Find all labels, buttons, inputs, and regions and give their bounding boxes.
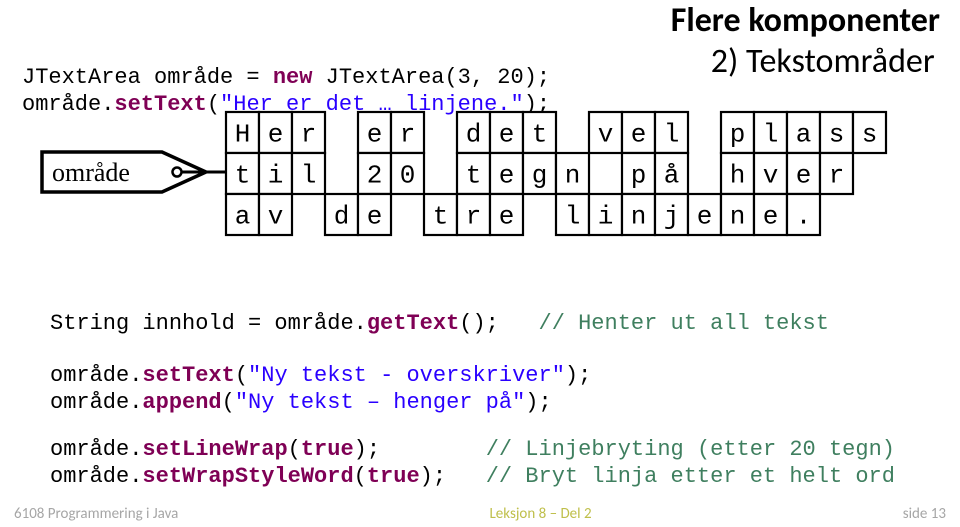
method-gettext: getText xyxy=(367,311,459,336)
grid-char: e xyxy=(367,120,383,150)
grid-char: g xyxy=(532,161,548,191)
grid-char: n xyxy=(730,202,746,232)
grid-char: r xyxy=(829,161,845,191)
code-text: ( xyxy=(354,464,367,489)
code-text: JTextArea(3, 20); xyxy=(312,65,550,90)
comment: // Bryt linja etter et helt ord xyxy=(486,464,895,489)
footer-right: side 13 xyxy=(903,505,946,523)
code-text: område. xyxy=(50,437,142,462)
grid-char: s xyxy=(862,120,878,150)
keyword-true: true xyxy=(367,464,420,489)
grid-char: 0 xyxy=(400,161,416,191)
title-line2: 2) Tekstområder xyxy=(711,41,940,82)
title-block: Flere komponenter 2) Tekstområder xyxy=(671,0,940,82)
grid-char: t xyxy=(466,161,482,191)
grid-char: å xyxy=(664,161,680,191)
code-text: ); xyxy=(420,464,486,489)
grid-char: n xyxy=(631,202,647,232)
grid-char: r xyxy=(466,202,482,232)
grid-char: e xyxy=(697,202,713,232)
character-grid: Hererdetvelplasstil20tegnpåhveravdetreli… xyxy=(226,112,886,235)
code-block-declaration: JTextArea område = new JTextArea(3, 20);… xyxy=(22,36,550,119)
code-text: område. xyxy=(50,464,142,489)
textarea-diagram: område Hererdetvelplasstil20tegnpåhverav… xyxy=(34,110,954,260)
grid-char: j xyxy=(664,202,680,232)
grid-char: e xyxy=(367,202,383,232)
grid-char: e xyxy=(763,202,779,232)
grid-char: l xyxy=(565,202,581,232)
code-text: område. xyxy=(50,363,142,388)
string-literal: "Ny tekst - overskriver" xyxy=(248,363,565,388)
code-text: ( xyxy=(235,363,248,388)
grid-char: r xyxy=(301,120,317,150)
comment: // Henter ut all tekst xyxy=(539,311,829,336)
code-text: ); xyxy=(354,437,486,462)
grid-char: a xyxy=(235,202,251,232)
code-block-settext-append: område.setText("Ny tekst - overskriver")… xyxy=(50,334,591,417)
grid-char: p xyxy=(631,161,647,191)
code-block-wrap: område.setLineWrap(true); // Linjebrytin… xyxy=(50,408,895,491)
grid-char: v xyxy=(598,120,614,150)
grid-char: v xyxy=(268,202,284,232)
code-block-gettext: String innhold = område.getText(); // He… xyxy=(50,282,829,337)
grid-char: e xyxy=(499,120,515,150)
method-setwrapstyleword: setWrapStyleWord xyxy=(142,464,353,489)
grid-char: t xyxy=(235,161,251,191)
keyword-new: new xyxy=(273,65,313,90)
grid-char: e xyxy=(796,161,812,191)
grid-char: e xyxy=(499,161,515,191)
grid-char: . xyxy=(796,202,812,232)
grid-char: t xyxy=(532,120,548,150)
tag-label-text: område xyxy=(52,158,130,187)
grid-char: n xyxy=(565,161,581,191)
variable-tag: område xyxy=(42,152,226,192)
title-line1: Flere komponenter xyxy=(671,0,940,41)
grid-char: l xyxy=(664,120,680,150)
grid-char: t xyxy=(433,202,449,232)
grid-char: l xyxy=(301,161,317,191)
grid-char: e xyxy=(268,120,284,150)
code-text: (); xyxy=(459,311,538,336)
grid-char: d xyxy=(334,202,350,232)
method-settext: setText xyxy=(142,363,234,388)
grid-char: i xyxy=(598,202,614,232)
code-text: String innhold = område. xyxy=(50,311,367,336)
code-text: ( xyxy=(288,437,301,462)
footer: 6108 Programmering i Java Leksjon 8 – De… xyxy=(0,505,960,523)
grid-char: l xyxy=(763,120,779,150)
grid-char: v xyxy=(763,161,779,191)
footer-middle: Leksjon 8 – Del 2 xyxy=(490,505,592,523)
method-setlinewrap: setLineWrap xyxy=(142,437,287,462)
grid-char: 2 xyxy=(367,161,383,191)
grid-char: d xyxy=(466,120,482,150)
grid-char: e xyxy=(499,202,515,232)
grid-char: p xyxy=(730,120,746,150)
code-text: JTextArea område = xyxy=(22,65,273,90)
grid-char: H xyxy=(235,120,251,150)
grid-char: e xyxy=(631,120,647,150)
grid-char: a xyxy=(796,120,812,150)
comment: // Linjebryting (etter 20 tegn) xyxy=(486,437,895,462)
grid-char: i xyxy=(268,161,284,191)
grid-char: h xyxy=(730,161,746,191)
grid-char: s xyxy=(829,120,845,150)
code-text: ); xyxy=(565,363,591,388)
keyword-true: true xyxy=(301,437,354,462)
grid-char: r xyxy=(400,120,416,150)
footer-left: 6108 Programmering i Java xyxy=(14,505,178,523)
